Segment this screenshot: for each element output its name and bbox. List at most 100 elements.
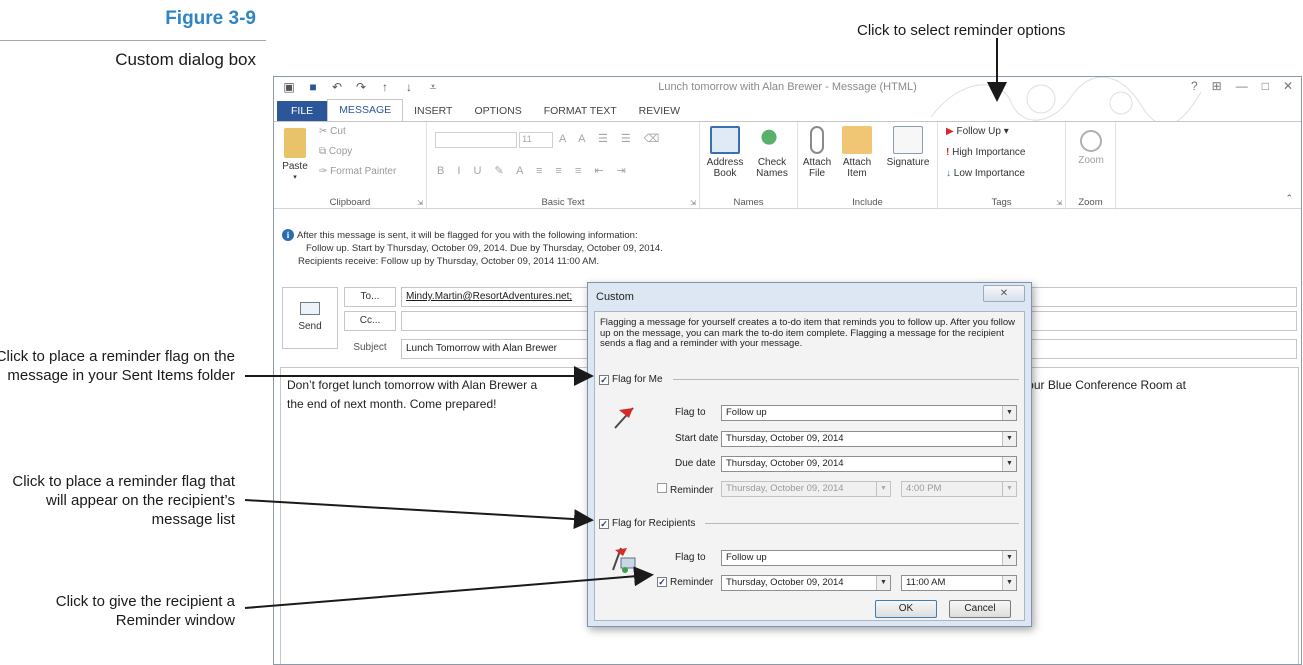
send-envelope-icon: [300, 302, 320, 315]
recipient-flag-to-value: Follow up: [726, 552, 767, 563]
send-button[interactable]: Send: [282, 287, 338, 349]
follow-up-label: Follow Up: [956, 126, 1001, 137]
recipient-reminder-label: Reminder: [670, 577, 714, 588]
flag-to-combo[interactable]: Follow up ▼: [721, 405, 1017, 421]
maximize-icon[interactable]: □: [1262, 79, 1269, 93]
cc-button[interactable]: Cc...: [344, 311, 396, 331]
start-date-combo[interactable]: Thursday, October 09, 2014 ▼: [721, 431, 1017, 447]
high-importance-button[interactable]: ! High Importance: [946, 147, 1025, 158]
start-date-value: Thursday, October 09, 2014: [726, 433, 844, 444]
low-importance-button[interactable]: ↓ Low Importance: [946, 168, 1025, 179]
include-group: Attach File Attach Item Signature Includ…: [798, 122, 938, 210]
check-names-button[interactable]: Check Names: [750, 126, 794, 179]
recipient-flag-icon: [612, 547, 636, 573]
recipient-reminder-date-combo[interactable]: Thursday, October 09, 2014 ▼: [721, 575, 891, 591]
me-reminder-time-combo[interactable]: 4:00 PM ▼: [901, 481, 1017, 497]
me-reminder-date: Thursday, October 09, 2014: [726, 483, 844, 494]
help-icon[interactable]: ?: [1191, 79, 1198, 93]
figure-caption: Custom dialog box: [115, 50, 256, 69]
me-reminder-date-combo[interactable]: Thursday, October 09, 2014 ▼: [721, 481, 891, 497]
dropdown-arrow-icon: ▼: [1002, 406, 1016, 420]
flag-to-value: Follow up: [726, 407, 767, 418]
callout-flag-for-me: Click to place a reminder flag on the me…: [0, 348, 235, 384]
attach-item-button[interactable]: Attach Item: [836, 126, 878, 179]
custom-dialog: Custom ✕ Flagging a message for yourself…: [587, 282, 1032, 627]
minimize-icon[interactable]: —: [1236, 79, 1248, 93]
dropdown-arrow-icon: ▼: [876, 576, 890, 590]
font-size-box[interactable]: 11: [519, 132, 553, 148]
flag-for-me-section: ✓ Flag for Me: [599, 374, 1019, 385]
send-label: Send: [298, 321, 322, 332]
ok-button[interactable]: OK: [875, 600, 937, 618]
due-date-combo[interactable]: Thursday, October 09, 2014 ▼: [721, 456, 1017, 472]
bold-italic-underline-icons[interactable]: B I U ✎ A ≡ ≡ ≡ ⇤ ⇥: [437, 164, 631, 177]
follow-up-button[interactable]: ▶ Follow Up ▾: [946, 126, 1009, 137]
tab-options[interactable]: OPTIONS: [463, 101, 532, 121]
callout-flag-for-recipients: Click to place a reminder flag that will…: [12, 473, 235, 528]
dialog-content: Flagging a message for yourself creates …: [594, 311, 1025, 621]
tab-review[interactable]: REVIEW: [628, 101, 691, 121]
zoom-button[interactable]: Zoom: [1070, 126, 1112, 166]
tags-launcher-icon[interactable]: ⇲: [1056, 199, 1062, 207]
window-title: Lunch tomorrow with Alan Brewer - Messag…: [658, 81, 917, 93]
body-text-line-2: the end of next month. Come prepared!: [287, 397, 497, 411]
subject-label: Subject: [353, 342, 387, 353]
flag-for-me-divider: [672, 379, 1019, 380]
recipient-reminder-checkbox[interactable]: ✓: [657, 577, 667, 587]
figure-divider: [0, 40, 266, 41]
brush-icon: ✑: [319, 166, 331, 177]
cut-label: Cut: [330, 126, 346, 137]
recipient-reminder-time-combo[interactable]: 11:00 AM ▼: [901, 575, 1017, 591]
ribbon-display-icon[interactable]: ⊞: [1212, 79, 1222, 93]
me-reminder-row: Reminder: [657, 483, 713, 496]
address-book-label: Address Book: [706, 157, 744, 179]
callout-reminder-options: Click to select reminder options: [857, 22, 1066, 39]
ribbon: Paste ▾ ✂ Cut ⧉ Copy ✑ Format Painter Cl…: [274, 121, 1301, 210]
clipboard-launcher-icon[interactable]: ⇲: [417, 199, 423, 207]
flag-for-me-checkbox[interactable]: ✓: [599, 374, 609, 385]
cut-button[interactable]: ✂ Cut: [319, 126, 346, 137]
basic-text-group: 11 A A ☰ ☰ ⌫ B I U ✎ A ≡ ≡ ≡ ⇤ ⇥ Basic T…: [427, 122, 700, 210]
collapse-ribbon-icon[interactable]: ⌃: [1285, 193, 1293, 204]
dialog-title: Custom: [596, 291, 634, 303]
tab-message[interactable]: MESSAGE: [327, 99, 404, 121]
dropdown-arrow-icon: ▼: [876, 482, 890, 496]
to-button[interactable]: To...: [344, 287, 396, 307]
high-importance-label: High Importance: [952, 147, 1026, 158]
signature-button[interactable]: Signature: [882, 126, 934, 168]
basic-text-launcher-icon[interactable]: ⇲: [690, 199, 696, 207]
format-painter-button[interactable]: ✑ Format Painter: [319, 166, 396, 177]
paste-button[interactable]: Paste ▾: [280, 126, 310, 183]
close-icon[interactable]: ✕: [1283, 79, 1293, 93]
recipient-reminder-row: ✓ Reminder: [657, 577, 713, 588]
figure-number: Figure 3-9: [165, 8, 256, 29]
me-reminder-label: Reminder: [670, 485, 714, 496]
flag-for-recipients-divider: [705, 523, 1019, 524]
tab-insert[interactable]: INSERT: [403, 101, 463, 121]
font-grow-shrink-icons[interactable]: A A ☰ ☰ ⌫: [559, 132, 664, 145]
dialog-description: Flagging a message for yourself creates …: [600, 317, 1016, 349]
recipient-flag-to-combo[interactable]: Follow up ▼: [721, 550, 1017, 566]
magnifier-icon: [1080, 130, 1102, 152]
flag-to-label: Flag to: [675, 407, 706, 418]
copy-icon: ⧉: [319, 146, 329, 157]
me-reminder-checkbox[interactable]: [657, 483, 667, 493]
info-icon: i: [282, 229, 294, 241]
recipient-flag-to-label: Flag to: [675, 552, 706, 563]
address-book-button[interactable]: Address Book: [704, 126, 746, 179]
recipient-reminder-date: Thursday, October 09, 2014: [726, 577, 844, 588]
dialog-close-button[interactable]: ✕: [983, 285, 1025, 302]
font-name-box[interactable]: [435, 132, 517, 148]
window-controls: ? ⊞ — □ ✕: [1191, 79, 1293, 93]
cancel-button[interactable]: Cancel: [949, 600, 1011, 618]
title-bar: ▣ ■ ↶ ↷ ↑ ↓ ⩡ Lunch tomorrow with Alan B…: [274, 77, 1301, 126]
tab-format-text[interactable]: FORMAT TEXT: [533, 101, 628, 121]
paperclip-icon: [810, 126, 824, 154]
attach-item-icon: [842, 126, 872, 154]
tab-file[interactable]: FILE: [277, 101, 328, 121]
recipient-reminder-time: 11:00 AM: [906, 577, 946, 588]
flag-for-recipients-checkbox[interactable]: ✓: [599, 518, 609, 529]
attach-file-button[interactable]: Attach File: [800, 126, 834, 179]
copy-button[interactable]: ⧉ Copy: [319, 146, 352, 157]
attach-item-label: Attach Item: [842, 157, 872, 179]
